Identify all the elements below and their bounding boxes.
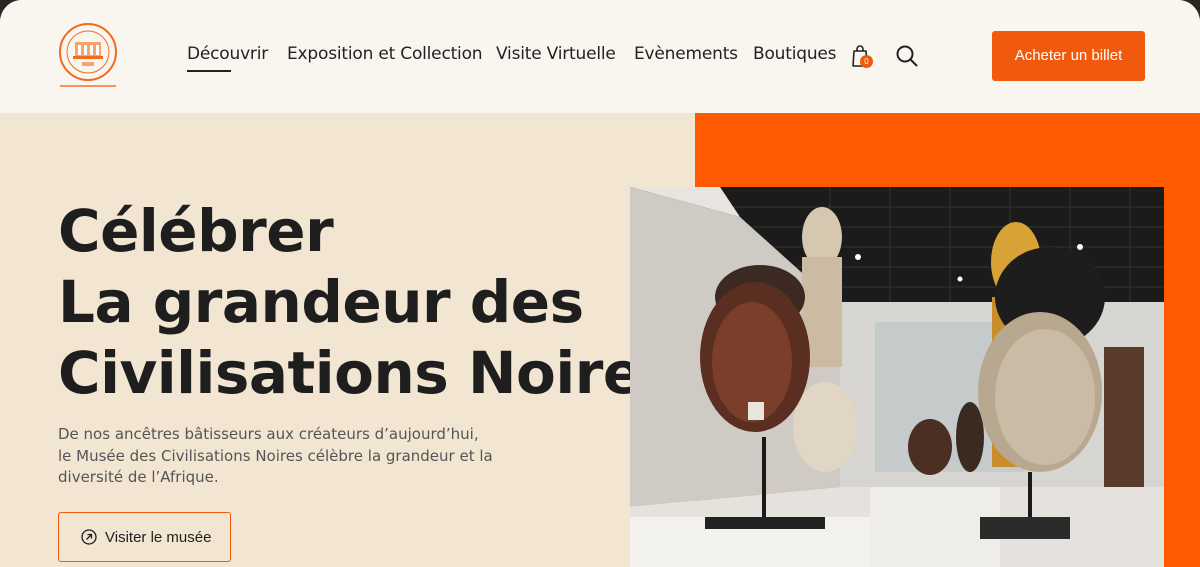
search-icon [896,45,918,67]
hero-title-line: Célébrer [58,197,334,265]
nav-item-evenements[interactable]: Evènements [634,44,738,64]
nav-item-visite-virtuelle[interactable]: Visite Virtuelle [496,44,616,64]
hero-title-line: La grandeur des [58,268,584,336]
nav-item-decouvrir[interactable]: Découvrir [187,44,268,72]
hero-description-line: le Musée des Civilisations Noires célèbr… [58,446,493,465]
arrow-up-right-circle-icon [81,529,97,545]
cart-count-badge: 0 [860,55,873,68]
hero-title: Célébrer La grandeur des Civilisations N… [58,196,676,409]
search-button[interactable] [895,44,919,68]
hero-title-line: Civilisations Noires [58,339,676,407]
museum-logo[interactable] [56,22,120,90]
site-header: Découvrir Exposition et Collection Visit… [0,0,1200,113]
page: Découvrir Exposition et Collection Visit… [0,0,1200,567]
nav-item-boutiques[interactable]: Boutiques [753,44,837,64]
hero-description: De nos ancêtres bâtisseurs aux créateurs… [58,424,493,489]
hero-description-line: diversité de l’Afrique. [58,468,219,486]
nav-item-exposition[interactable]: Exposition et Collection [287,44,483,64]
visit-museum-button[interactable]: Visiter le musée [58,512,231,562]
hero-description-line: De nos ancêtres bâtisseurs aux créateurs… [58,425,479,443]
visit-museum-label: Visiter le musée [105,528,212,546]
buy-ticket-button[interactable]: Acheter un billet [992,31,1145,81]
cart-button[interactable]: 0 [851,44,873,70]
museum-gallery-photo [630,187,1164,567]
